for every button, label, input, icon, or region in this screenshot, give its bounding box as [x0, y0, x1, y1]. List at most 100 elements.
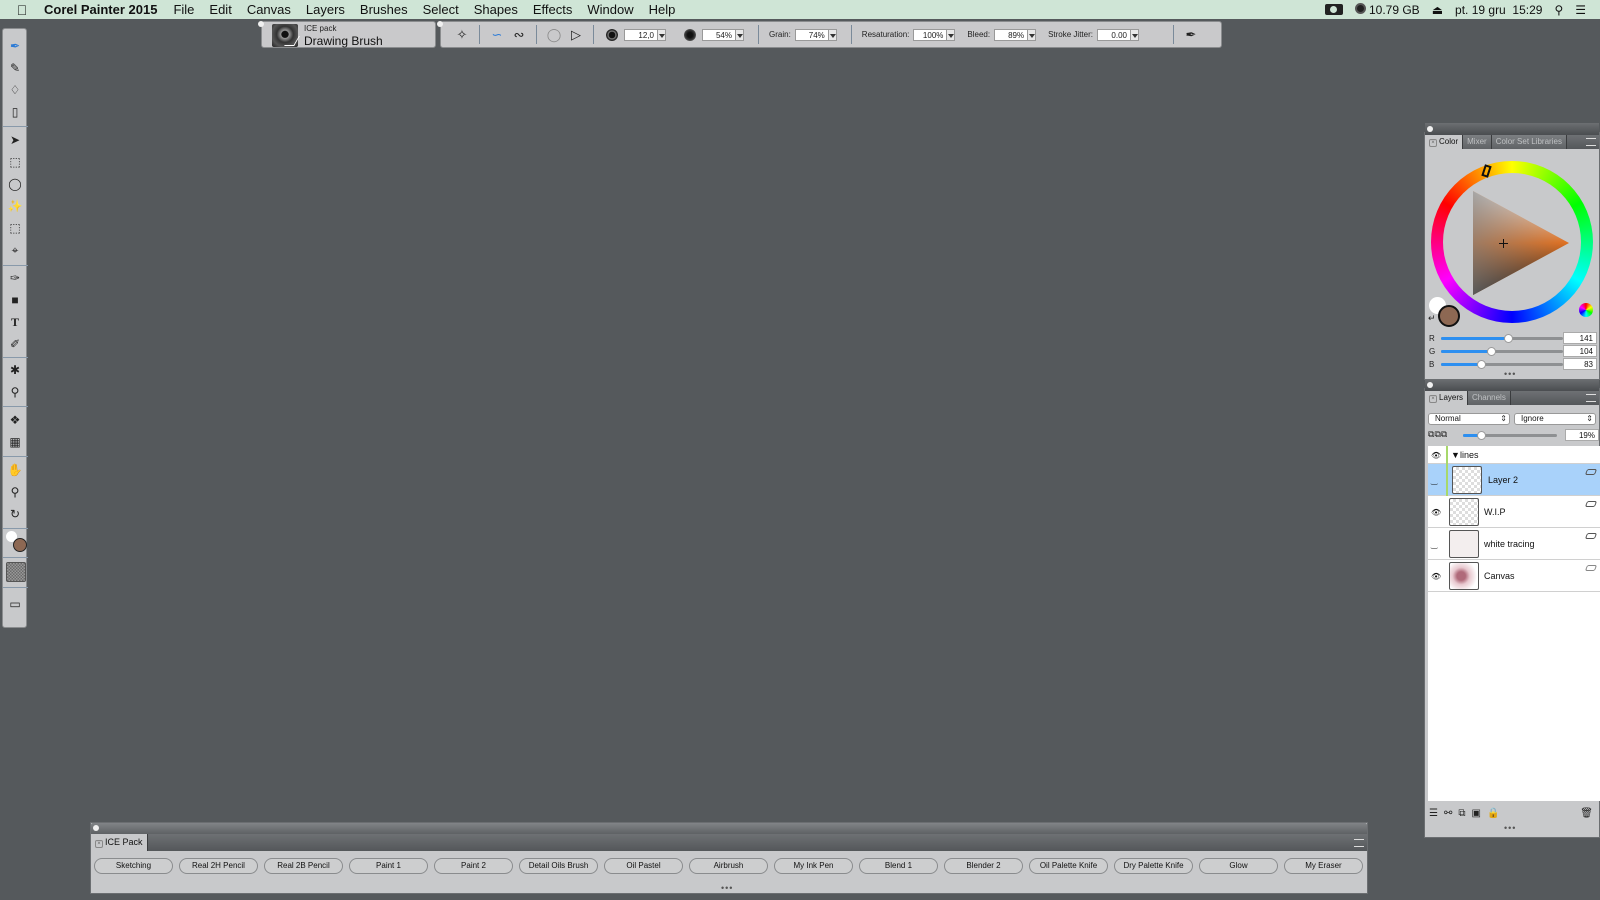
- menu-help[interactable]: Help: [649, 2, 676, 17]
- strip-header[interactable]: [91, 823, 1367, 834]
- rectangle-shape-tool-icon[interactable]: ■: [6, 291, 24, 309]
- rubber-stamp-tool-icon[interactable]: ⚲: [6, 383, 24, 401]
- brush-button[interactable]: Oil Palette Knife: [1029, 858, 1108, 874]
- layer-commands-icon[interactable]: ☰: [1429, 808, 1438, 819]
- brush-button[interactable]: Paint 2: [434, 858, 513, 874]
- tab-ice-pack[interactable]: × ICE Pack: [91, 834, 148, 851]
- grip-dot-icon[interactable]: [437, 21, 443, 27]
- spotlight-icon[interactable]: ⚲: [1554, 3, 1563, 17]
- menu-file[interactable]: File: [173, 2, 194, 17]
- brush-button[interactable]: Detail Oils Brush: [519, 858, 598, 874]
- dynamic-plugins-icon[interactable]: ⚯: [1444, 808, 1452, 819]
- brush-selector[interactable]: ICE pack Drawing Brush: [258, 21, 436, 48]
- delete-layer-icon[interactable]: 🗑: [1580, 808, 1593, 819]
- crop-tool-icon[interactable]: ⌖: [6, 241, 24, 259]
- blue-value[interactable]: 83: [1563, 358, 1597, 370]
- brush-button[interactable]: Sketching: [94, 858, 173, 874]
- brush-controls-icon[interactable]: ✒: [1183, 27, 1199, 43]
- brush-button[interactable]: Oil Pastel: [604, 858, 683, 874]
- panel-header[interactable]: [1425, 123, 1599, 135]
- menu-shapes[interactable]: Shapes: [474, 2, 518, 17]
- layer-adjuster-tool-icon[interactable]: ➤: [6, 131, 24, 149]
- panel-menu-icon[interactable]: [1586, 138, 1596, 146]
- rect-selection-tool-icon[interactable]: ⬚: [6, 153, 24, 171]
- bleed-dropdown[interactable]: [1028, 28, 1037, 41]
- layer-row[interactable]: ‿ white tracing: [1428, 528, 1600, 560]
- brush-button[interactable]: Blend 1: [859, 858, 938, 874]
- composite-select[interactable]: Ignore: [1514, 413, 1596, 425]
- tab-color-set-libraries[interactable]: Color Set Libraries: [1491, 135, 1567, 149]
- blend-mode-select[interactable]: Normal: [1428, 413, 1510, 425]
- visibility-eye-icon[interactable]: 👁: [1431, 451, 1441, 460]
- layer-opacity-value[interactable]: 19%: [1565, 429, 1599, 441]
- grip-dot-icon[interactable]: [93, 825, 99, 831]
- freehand-stroke-icon[interactable]: ∽: [489, 27, 505, 43]
- menu-edit[interactable]: Edit: [209, 2, 231, 17]
- disk-status[interactable]: 10.79 GB: [1354, 2, 1420, 17]
- tab-color[interactable]: × Color: [1425, 135, 1464, 149]
- nvidia-icon[interactable]: [1324, 4, 1343, 15]
- brush-button[interactable]: Real 2H Pencil: [179, 858, 258, 874]
- close-icon[interactable]: ×: [1429, 395, 1437, 403]
- color-crosshair-icon[interactable]: [1499, 239, 1508, 248]
- straight-stroke-icon[interactable]: ∾: [511, 27, 527, 43]
- grip-dot-icon[interactable]: [258, 21, 264, 27]
- dropper-tool-icon[interactable]: ✎: [6, 59, 24, 77]
- transform-tool-icon[interactable]: ⬚: [6, 219, 24, 237]
- eraser-tool-icon[interactable]: ▯: [6, 103, 24, 121]
- tab-layers[interactable]: × Layers: [1425, 391, 1469, 405]
- green-value[interactable]: 104: [1563, 345, 1597, 357]
- main-color-swatch[interactable]: [13, 538, 27, 552]
- color-well[interactable]: [6, 531, 27, 553]
- grain-dropdown[interactable]: [828, 28, 837, 41]
- cloner-tool-icon[interactable]: ✱: [6, 361, 24, 379]
- pen-tool-icon[interactable]: ✑: [6, 269, 24, 287]
- resaturation-dropdown[interactable]: [947, 28, 956, 41]
- mirror-painting-tool-icon[interactable]: ❖: [6, 411, 24, 429]
- main-color-swatch[interactable]: [1438, 305, 1460, 327]
- brush-button[interactable]: Real 2B Pencil: [264, 858, 343, 874]
- layer-mask-icon[interactable]: ▣: [1472, 808, 1481, 819]
- lasso-tool-icon[interactable]: ◯: [6, 175, 24, 193]
- menu-select[interactable]: Select: [423, 2, 459, 17]
- brush-button[interactable]: Blender 2: [944, 858, 1023, 874]
- red-value[interactable]: 141: [1563, 332, 1597, 344]
- divine-proportion-tool-icon[interactable]: ▦: [6, 433, 24, 451]
- shape-selection-tool-icon[interactable]: ✐: [6, 335, 24, 353]
- layer-attributes-icon[interactable]: ⧉: [1441, 429, 1447, 439]
- resaturation-field[interactable]: 100%: [913, 28, 948, 41]
- tab-channels[interactable]: Channels: [1468, 391, 1511, 405]
- blue-slider[interactable]: [1441, 359, 1563, 369]
- blue-slider-knob[interactable]: [1476, 359, 1486, 369]
- layer-row[interactable]: 👁 Canvas: [1428, 560, 1600, 592]
- close-icon[interactable]: ×: [1429, 139, 1437, 147]
- reset-tool-icon[interactable]: ✧: [454, 27, 470, 43]
- grip-dot-icon[interactable]: [1427, 382, 1433, 388]
- green-slider-knob[interactable]: [1486, 346, 1496, 356]
- eject-icon[interactable]: ⏏: [1432, 3, 1443, 17]
- grabber-tool-icon[interactable]: ✋: [6, 461, 24, 479]
- visibility-eye-icon[interactable]: 👁: [1431, 572, 1441, 581]
- opacity-field[interactable]: 54%: [702, 28, 736, 41]
- enhanced-brush-ghost-icon[interactable]: ▷: [568, 27, 584, 43]
- resize-handle[interactable]: •••: [721, 883, 733, 893]
- red-slider[interactable]: [1441, 333, 1563, 343]
- brush-button[interactable]: Dry Palette Knife: [1114, 858, 1193, 874]
- brush-button[interactable]: My Ink Pen: [774, 858, 853, 874]
- close-icon[interactable]: ×: [95, 840, 103, 848]
- magnifier-tool-icon[interactable]: ⚲: [6, 483, 24, 501]
- resize-handle[interactable]: •••: [1504, 369, 1516, 379]
- layer-group[interactable]: 👁 ▼ lines: [1428, 446, 1600, 464]
- apple-icon[interactable]: : [0, 2, 44, 18]
- paint-bucket-tool-icon[interactable]: ♢: [6, 81, 24, 99]
- notification-center-icon[interactable]: ☰: [1575, 3, 1586, 17]
- grip-dot-icon[interactable]: [1427, 126, 1433, 132]
- swap-colors-icon[interactable]: ↵: [1428, 313, 1436, 324]
- lock-layer-icon[interactable]: 🔒: [1487, 808, 1499, 819]
- brush-thumbnail[interactable]: [272, 24, 298, 47]
- menu-window[interactable]: Window: [587, 2, 633, 17]
- group-expand-icon[interactable]: ▼: [1451, 450, 1460, 460]
- opacity-slider-knob[interactable]: [1476, 430, 1486, 440]
- panel-menu-icon[interactable]: [1354, 839, 1364, 847]
- bleed-field[interactable]: 89%: [994, 28, 1029, 41]
